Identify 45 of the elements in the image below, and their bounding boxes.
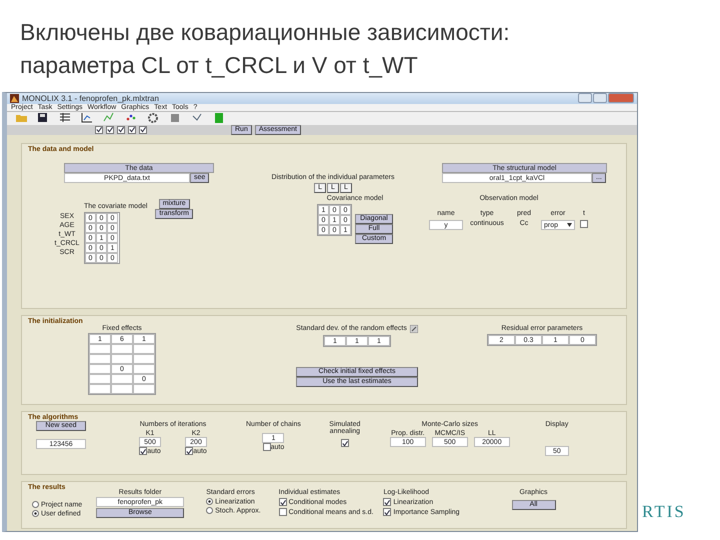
checkbox[interactable] <box>383 498 392 506</box>
chart-icon[interactable] <box>81 112 93 124</box>
slide-title: Включены две ковариационные зависимости: <box>20 18 511 47</box>
slide-title: параметра CL от t_CRCL и V от t_WT <box>20 51 419 80</box>
table-cell[interactable] <box>133 384 155 394</box>
table-cell[interactable] <box>111 384 133 394</box>
checkbox[interactable] <box>117 126 125 134</box>
checkbox[interactable] <box>278 508 287 516</box>
close-button[interactable] <box>608 93 634 104</box>
minimize-button[interactable] <box>578 93 592 104</box>
table-cell[interactable] <box>89 374 111 384</box>
table-cell[interactable] <box>133 344 155 354</box>
checkbox[interactable] <box>383 508 392 516</box>
checkbox[interactable] <box>185 447 194 455</box>
table-cell[interactable] <box>89 384 111 394</box>
checkbox[interactable] <box>139 447 148 455</box>
radio-button[interactable] <box>32 510 39 518</box>
checkbox[interactable] <box>128 126 136 134</box>
table-cell[interactable] <box>133 354 155 364</box>
table-cell[interactable] <box>133 364 155 374</box>
edit-icon[interactable] <box>410 325 418 333</box>
checkbox[interactable] <box>340 439 349 447</box>
table-cell[interactable] <box>89 354 111 364</box>
window-title: MONOLIX 3.1 - fenoprofen_pk.mlxtran <box>22 94 160 103</box>
table-cell[interactable] <box>111 354 133 364</box>
radio-button[interactable] <box>206 507 214 514</box>
maximize-button[interactable] <box>593 93 607 104</box>
checkbox[interactable] <box>262 443 271 451</box>
gear-icon[interactable] <box>147 112 159 124</box>
save-icon[interactable] <box>37 112 49 124</box>
table-cell[interactable] <box>89 364 111 374</box>
table-cell[interactable] <box>111 344 133 354</box>
radio-button[interactable] <box>32 501 39 508</box>
checkbox[interactable] <box>139 126 147 134</box>
checkbox[interactable] <box>580 220 588 228</box>
table-icon[interactable] <box>59 112 71 124</box>
table-cell[interactable] <box>111 374 133 384</box>
checkbox[interactable] <box>95 126 103 134</box>
table-cell[interactable] <box>89 344 111 354</box>
checkbox[interactable] <box>106 126 114 134</box>
logo-text: RTIS <box>642 502 686 521</box>
app-icon[interactable] <box>10 94 19 103</box>
caret-icon[interactable] <box>567 223 572 227</box>
checkbox[interactable] <box>278 498 287 506</box>
radio-button[interactable] <box>206 498 214 505</box>
